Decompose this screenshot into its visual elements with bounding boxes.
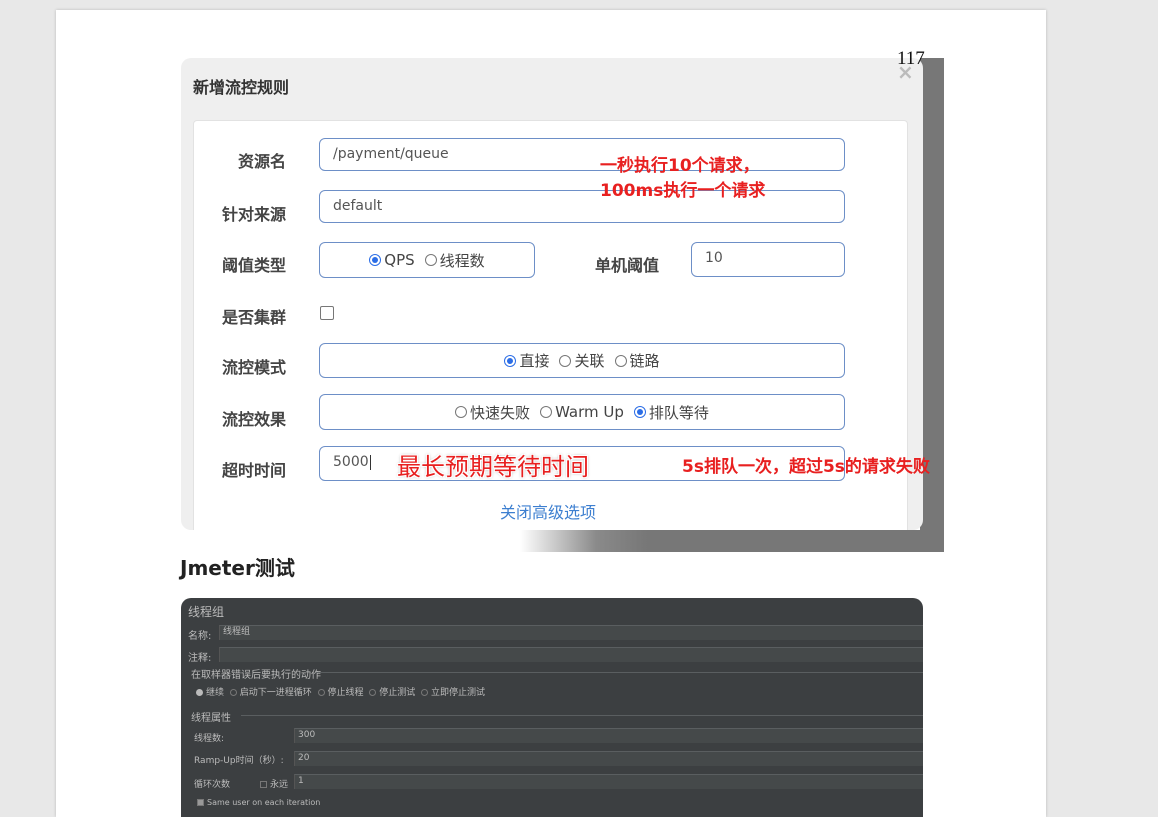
radio-icon [559, 354, 572, 367]
strategy-radio-group: 直接 关联 链路 [319, 343, 845, 378]
radio-selected-icon [504, 354, 517, 367]
behavior-radio-group: 快速失败 Warm Up 排队等待 [319, 394, 845, 430]
grade-option-thread[interactable]: 线程数 [424, 250, 485, 271]
radio-icon [424, 254, 437, 266]
radio-icon [455, 406, 468, 418]
cluster-checkbox[interactable] [320, 306, 334, 320]
timeout-label: 超时时间 [221, 461, 286, 480]
jmeter-name-input[interactable]: 线程组 [219, 625, 923, 640]
limit-app-input[interactable]: default [319, 190, 845, 223]
radio-selected-icon [633, 406, 646, 418]
strategy-label: 流控模式 [221, 358, 286, 377]
jmeter-loop-label: 循环次数 [194, 780, 231, 790]
resource-label: 资源名 [237, 152, 286, 171]
grade-option-qps[interactable]: QPS [369, 251, 415, 269]
grade-radio-group: QPS 线程数 [319, 242, 535, 278]
behavior-option-fast-fail[interactable]: 快速失败 [455, 402, 530, 423]
limit-app-value: default [333, 198, 383, 214]
strategy-option-direct[interactable]: 直接 [504, 350, 549, 371]
jmeter-thread-group-panel: 线程组 名称: 线程组 注释: 在取样器错误后要执行的动作 继续 启动下一进程循… [181, 598, 923, 817]
behavior-label: 流控效果 [221, 410, 286, 429]
limit-app-label: 针对来源 [221, 205, 286, 224]
text-caret [369, 454, 371, 470]
annotation-max-wait: 最长预期等待时间 [397, 453, 589, 481]
screenshot-shadow-bottom [520, 530, 944, 552]
behavior-option-warm-up[interactable]: Warm Up [540, 403, 624, 421]
error-action-next-loop[interactable]: 启动下一进程循环 [229, 688, 312, 698]
radio-icon [614, 354, 627, 367]
behavior-option-queue[interactable]: 排队等待 [633, 402, 709, 423]
resource-input[interactable]: /payment/queue [319, 138, 845, 171]
timeout-value: 5000 [333, 454, 371, 470]
radio-icon [540, 406, 553, 418]
error-action-continue[interactable]: 继续 [196, 688, 224, 698]
divider [241, 715, 923, 716]
annotation-rate-line1: 一秒执行10个请求， [600, 156, 760, 176]
divider [316, 672, 923, 673]
radio-icon [421, 689, 428, 696]
error-action-stop-now[interactable]: 立即停止测试 [421, 688, 485, 698]
radio-selected-icon [369, 254, 382, 266]
jmeter-panel-title: 线程组 [188, 605, 225, 619]
radio-icon [369, 689, 377, 696]
annotation-queue-note: 5s排队一次，超过5s的请求失败 [682, 457, 930, 477]
jmeter-error-action-title: 在取样器错误后要执行的动作 [191, 670, 321, 681]
jmeter-threads-input[interactable]: 300 [294, 728, 923, 743]
jmeter-rampup-input[interactable]: 20 [294, 751, 923, 766]
jmeter-comment-input[interactable] [219, 647, 923, 662]
jmeter-name-label: 名称: [188, 631, 212, 642]
section-heading: Jmeter测试 [180, 556, 295, 580]
jmeter-error-actions: 继续 启动下一进程循环 停止线程 停止测试 立即停止测试 [196, 685, 485, 698]
checkbox-checked-icon [197, 799, 204, 806]
error-action-stop-test[interactable]: 停止测试 [369, 688, 415, 698]
strategy-option-chain[interactable]: 链路 [614, 350, 660, 371]
checkbox-icon [260, 781, 267, 788]
dialog-title: 新增流控规则 [193, 78, 290, 97]
strategy-option-relate[interactable]: 关联 [559, 350, 605, 371]
jmeter-threads-label: 线程数: [194, 734, 225, 744]
cluster-label: 是否集群 [221, 308, 286, 327]
screenshot-shadow [920, 58, 944, 552]
radio-selected-icon [196, 689, 203, 696]
jmeter-rampup-label: Ramp-Up时间（秒）: [194, 756, 284, 766]
resource-value: /payment/queue [333, 146, 449, 162]
grade-label: 阈值类型 [221, 256, 286, 275]
radio-icon [317, 689, 325, 696]
jmeter-thread-props-title: 线程属性 [191, 713, 231, 724]
radio-icon [229, 689, 237, 696]
jmeter-loop-input[interactable]: 1 [294, 774, 923, 789]
jmeter-same-user-checkbox[interactable]: Same user on each iteration [197, 798, 320, 807]
close-advanced-link[interactable]: 关闭高级选项 [500, 499, 596, 523]
jmeter-forever-checkbox[interactable]: 永远 [260, 777, 288, 790]
count-value: 10 [705, 250, 723, 266]
count-label: 单机阈值 [594, 256, 659, 275]
annotation-rate-line2: 100ms执行一个请求 [600, 181, 766, 201]
page-number: 117 [897, 48, 925, 69]
error-action-stop-thread[interactable]: 停止线程 [317, 688, 364, 698]
count-input[interactable]: 10 [691, 242, 845, 277]
jmeter-comment-label: 注释: [188, 653, 212, 664]
